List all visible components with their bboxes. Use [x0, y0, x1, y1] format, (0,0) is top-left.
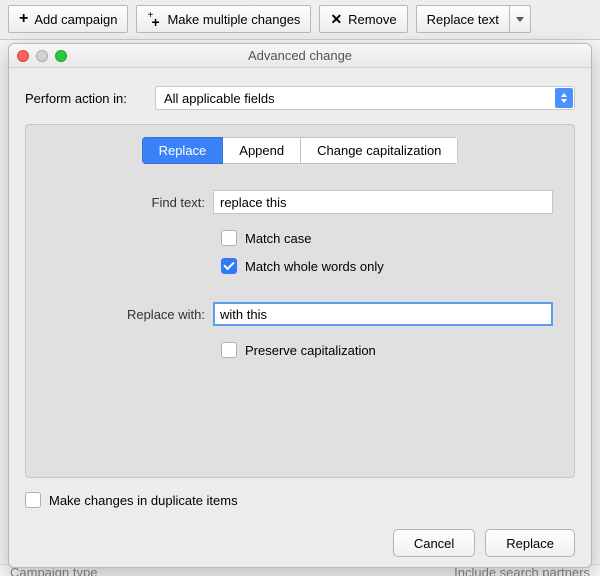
find-row: Find text: — [38, 190, 562, 214]
match-whole-checkbox[interactable] — [221, 258, 237, 274]
dialog-footer: Cancel Replace — [25, 508, 575, 557]
plus-icon — [19, 11, 28, 27]
window-min-icon[interactable] — [36, 50, 48, 62]
close-icon — [330, 12, 342, 26]
make-multiple-button[interactable]: Make multiple changes — [136, 5, 311, 33]
replace-label: Replace with: — [38, 307, 213, 322]
window-close-icon[interactable] — [17, 50, 29, 62]
duplicate-label: Make changes in duplicate items — [49, 493, 238, 508]
perform-value: All applicable fields — [164, 91, 275, 106]
find-label: Find text: — [38, 195, 213, 210]
remove-button[interactable]: Remove — [319, 5, 407, 33]
match-whole-label: Match whole words only — [245, 259, 384, 274]
replace-input[interactable] — [213, 302, 553, 326]
tab-change-cap[interactable]: Change capitalization — [301, 137, 458, 164]
window-zoom-icon[interactable] — [55, 50, 67, 62]
advanced-change-dialog: Advanced change Perform action in: All a… — [8, 43, 592, 568]
replace-button[interactable]: Replace — [485, 529, 575, 557]
perform-label: Perform action in: — [25, 91, 155, 106]
match-case-checkbox[interactable] — [221, 230, 237, 246]
match-case-label: Match case — [245, 231, 311, 246]
replace-text-label: Replace text — [427, 12, 499, 27]
tab-segmented: Replace Append Change capitalization — [142, 137, 459, 164]
replace-text-button[interactable]: Replace text — [416, 5, 509, 33]
cancel-button[interactable]: Cancel — [393, 529, 475, 557]
replace-text-split-button: Replace text — [416, 5, 531, 34]
traffic-lights — [17, 50, 67, 62]
duplicate-checkbox[interactable] — [25, 492, 41, 508]
remove-label: Remove — [348, 12, 396, 27]
tab-replace[interactable]: Replace — [142, 137, 224, 164]
inset-panel: Replace Append Change capitalization Fin… — [25, 124, 575, 478]
add-campaign-label: Add campaign — [34, 12, 117, 27]
chevron-updown-icon — [555, 88, 573, 108]
preserve-cap-label: Preserve capitalization — [245, 343, 376, 358]
dialog-body: Perform action in: All applicable fields… — [9, 68, 591, 567]
find-input[interactable] — [213, 190, 553, 214]
match-case-row: Match case — [221, 230, 562, 246]
multi-plus-icon — [147, 12, 161, 26]
perform-dropdown[interactable]: All applicable fields — [155, 86, 575, 110]
replace-row: Replace with: — [38, 302, 562, 326]
make-multiple-label: Make multiple changes — [167, 12, 300, 27]
perform-row: Perform action in: All applicable fields — [25, 86, 575, 110]
dialog-titlebar: Advanced change — [9, 44, 591, 68]
match-whole-row: Match whole words only — [221, 258, 562, 274]
replace-text-caret[interactable] — [509, 5, 531, 33]
preserve-cap-row: Preserve capitalization — [221, 342, 562, 358]
top-toolbar: Add campaign Make multiple changes Remov… — [0, 0, 600, 40]
duplicate-row: Make changes in duplicate items — [25, 492, 575, 508]
preserve-cap-checkbox[interactable] — [221, 342, 237, 358]
tab-append[interactable]: Append — [223, 137, 301, 164]
dialog-title: Advanced change — [9, 48, 591, 63]
add-campaign-button[interactable]: Add campaign — [8, 5, 128, 33]
